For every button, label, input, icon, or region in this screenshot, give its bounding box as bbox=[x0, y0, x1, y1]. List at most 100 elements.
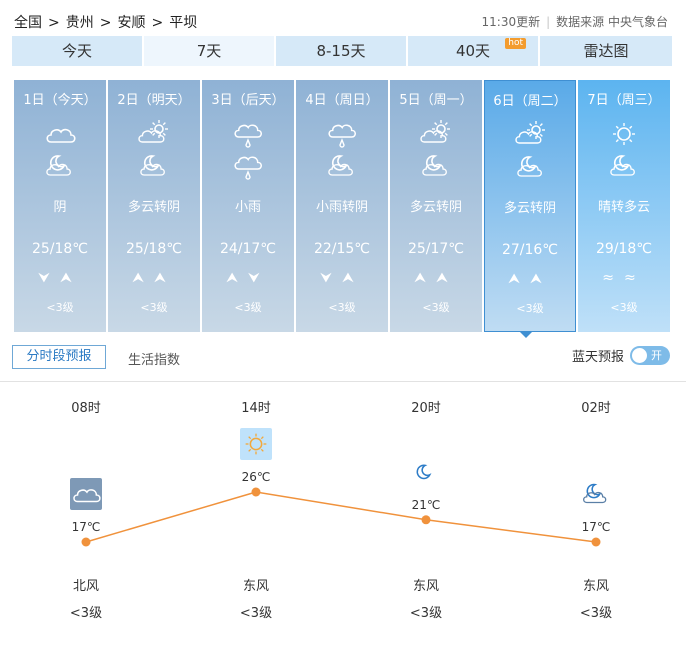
meta-divider: | bbox=[546, 15, 551, 29]
temperature-point bbox=[591, 537, 601, 547]
temperature-point bbox=[81, 537, 91, 547]
selected-day-pointer bbox=[519, 331, 533, 338]
hour-wind-direction: 东风 bbox=[582, 579, 609, 594]
wind-level: <3级 bbox=[516, 302, 544, 315]
wind-level: <3级 bbox=[234, 301, 262, 314]
day-date: 4日（周日） bbox=[305, 93, 379, 108]
hot-badge: hot bbox=[505, 38, 526, 49]
tab-40-days[interactable]: 40天 hot bbox=[408, 36, 540, 66]
breadcrumb-separator: > bbox=[99, 15, 112, 31]
seven-day-forecast: 1日（今天） 阴 25/18℃ ⮟⮝ <3级 2日（明天） 多云转阴 25/18… bbox=[14, 80, 670, 332]
breadcrumb-city[interactable]: 安顺 bbox=[117, 12, 145, 32]
day-temperature: 29/18℃ bbox=[595, 241, 653, 257]
wind-level: <3级 bbox=[422, 301, 450, 314]
breadcrumb-province[interactable]: 贵州 bbox=[66, 12, 94, 32]
clear-night-icon bbox=[410, 456, 442, 488]
tab-8-15-days[interactable]: 8-15天 bbox=[276, 36, 408, 66]
hour-temperature: 17℃ bbox=[71, 520, 101, 534]
wind-level: <3级 bbox=[46, 301, 74, 314]
hour-wind-level: <3级 bbox=[69, 606, 103, 621]
toggle-label: 开 bbox=[651, 349, 662, 362]
partly-cloudy-icon bbox=[419, 120, 453, 148]
partly-cloudy-icon bbox=[137, 120, 171, 148]
day-card[interactable]: 5日（周一） 多云转阴 25/17℃ ⮝⮝ <3级 bbox=[390, 80, 482, 332]
hour-label: 08时 bbox=[71, 401, 101, 416]
partly-cloudy-night-icon bbox=[419, 152, 453, 180]
day-weather-desc: 小雨 bbox=[234, 200, 261, 215]
wind-level: <3级 bbox=[328, 301, 356, 314]
wind-level: <3级 bbox=[610, 301, 638, 314]
tab-hourly-forecast[interactable]: 分时段预报 bbox=[12, 345, 106, 369]
hour-label: 14时 bbox=[241, 401, 271, 416]
tab-label: 雷达图 bbox=[583, 42, 629, 60]
tab-life-index[interactable]: 生活指数 bbox=[128, 349, 180, 368]
tab-today[interactable]: 今天 bbox=[12, 36, 144, 66]
hour-wind-level: <3级 bbox=[239, 606, 273, 621]
blue-sky-forecast-label: 蓝天预报 bbox=[572, 350, 625, 365]
hour-temperature: 21℃ bbox=[411, 497, 441, 512]
partly-cloudy-night-icon bbox=[514, 153, 548, 181]
top-bar: 全国 > 贵州 > 安顺 > 平坝 11:30更新 | 数据来源 中央气象台 bbox=[0, 0, 686, 40]
update-time: 11:30更新 bbox=[481, 15, 541, 29]
day-weather-desc: 多云转阴 bbox=[409, 200, 462, 215]
wind-direction-icon: ⮝⮝ bbox=[132, 270, 176, 286]
temperature-line bbox=[85, 491, 597, 543]
light-rain-icon bbox=[231, 152, 265, 180]
light-rain-icon bbox=[231, 120, 265, 148]
hourly-forecast: 08时 17℃ 北风 <3级 14时 26℃ 东风 <3级 20时 21℃ 东风 <3级 02时 17℃ 东… bbox=[0, 382, 686, 649]
day-card[interactable]: 6日（周二） 多云转阴 27/16℃ ⮝⮝ <3级 bbox=[484, 80, 576, 332]
day-date: 1日（今天） bbox=[23, 93, 97, 108]
breadcrumb-country[interactable]: 全国 bbox=[14, 12, 42, 32]
hour-wind-level: <3级 bbox=[409, 606, 443, 621]
wind-direction-icon: ⮟⮝ bbox=[38, 270, 82, 286]
wind-direction-icon: ⮟⮝ bbox=[320, 270, 364, 286]
day-card[interactable]: 7日（周三） 晴转多云 29/18℃ ≈≈ <3级 bbox=[578, 80, 670, 332]
day-card[interactable]: 2日（明天） 多云转阴 25/18℃ ⮝⮝ <3级 bbox=[108, 80, 200, 332]
day-date: 3日（后天） bbox=[211, 93, 285, 108]
update-meta: 11:30更新 | 数据来源 中央气象台 bbox=[482, 13, 668, 30]
breadcrumb-separator: > bbox=[151, 15, 164, 31]
partly-cloudy-icon bbox=[514, 121, 548, 149]
day-weather-desc: 多云转阴 bbox=[503, 201, 556, 216]
wind-direction-icon: ⮝⮟ bbox=[226, 270, 270, 286]
day-weather-desc: 阴 bbox=[53, 200, 67, 215]
breadcrumb-county: 平坝 bbox=[169, 15, 198, 31]
hour-label: 20时 bbox=[411, 401, 441, 416]
day-date: 6日（周二） bbox=[493, 94, 567, 109]
sunny-icon bbox=[240, 428, 272, 460]
day-temperature: 24/17℃ bbox=[219, 241, 277, 257]
day-card[interactable]: 1日（今天） 阴 25/18℃ ⮟⮝ <3级 bbox=[14, 80, 106, 332]
wind-level: <3级 bbox=[140, 301, 168, 314]
partly-cloudy-night-icon bbox=[137, 152, 171, 180]
blue-sky-toggle[interactable]: 开 bbox=[630, 346, 670, 365]
hour-temperature: 17℃ bbox=[581, 520, 611, 534]
partly-cloudy-night-icon bbox=[325, 152, 359, 180]
wind-direction-icon: ⮝⮝ bbox=[414, 270, 458, 286]
tab-radar[interactable]: 雷达图 bbox=[540, 36, 672, 66]
tab-label: 8-15天 bbox=[316, 42, 366, 60]
day-temperature: 25/18℃ bbox=[125, 241, 183, 257]
wind-direction-icon: ⮝⮝ bbox=[508, 271, 552, 287]
light-rain-icon bbox=[325, 120, 359, 148]
day-card[interactable]: 3日（后天） 小雨 24/17℃ ⮝⮟ <3级 bbox=[202, 80, 294, 332]
tab-7-days[interactable]: 7天 bbox=[144, 36, 276, 66]
breadcrumb: 全国 > 贵州 > 安顺 > 平坝 bbox=[14, 12, 197, 32]
day-weather-desc: 多云转阴 bbox=[127, 200, 180, 215]
partly-cloudy-night-icon bbox=[580, 478, 612, 510]
day-weather-desc: 小雨转阴 bbox=[315, 200, 368, 215]
day-card[interactable]: 4日（周日） 小雨转阴 22/15℃ ⮟⮝ <3级 bbox=[296, 80, 388, 332]
tab-label: 今天 bbox=[61, 42, 92, 60]
day-temperature: 25/17℃ bbox=[407, 241, 465, 257]
tab-label: 40天 bbox=[455, 42, 491, 60]
forecast-tabs: 今天 7天 8-15天 40天 hot 雷达图 bbox=[12, 36, 672, 66]
partly-cloudy-night-icon bbox=[607, 152, 641, 180]
hour-label: 02时 bbox=[581, 401, 611, 416]
temperature-point bbox=[421, 515, 431, 525]
toggle-knob bbox=[632, 348, 647, 363]
temperature-point bbox=[251, 487, 261, 497]
day-weather-desc: 晴转多云 bbox=[597, 200, 650, 215]
day-temperature: 25/18℃ bbox=[31, 241, 89, 257]
hour-wind-direction: 北风 bbox=[72, 579, 99, 594]
breadcrumb-separator: > bbox=[48, 15, 60, 31]
day-temperature: 22/15℃ bbox=[313, 241, 371, 257]
